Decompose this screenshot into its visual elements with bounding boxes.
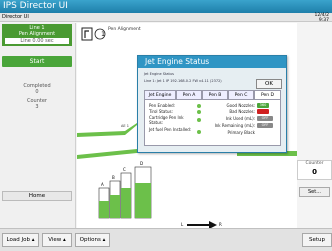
step-number: 1 bbox=[101, 31, 105, 38]
status-line: Line bbox=[20, 38, 31, 44]
pen-enabled-status-icon bbox=[197, 103, 201, 108]
ink-status-label: Cartridge Pen Ink Status: bbox=[149, 115, 184, 125]
ink-remaining-value: OFF bbox=[257, 123, 273, 128]
options-button[interactable]: Options ▴ bbox=[75, 233, 110, 247]
pen-status-panel: Pen Enabled: Tirol Status: Cartridge Pen… bbox=[144, 99, 281, 146]
right-counter-value: 0 bbox=[312, 168, 317, 176]
view-arrow-icon: ▴ bbox=[63, 237, 66, 243]
view-button[interactable]: View ▴ bbox=[42, 233, 72, 247]
window-title: IPS Director UI bbox=[3, 1, 68, 11]
dialog-subtitle: Jet Engine Status bbox=[144, 72, 174, 76]
line-status-box[interactable]: Line 1 Pen Alignment Line 0.00 sec bbox=[2, 24, 72, 46]
pen-installed-icon bbox=[197, 130, 201, 134]
block-d-label: D bbox=[140, 161, 144, 166]
ink-remaining-label: Ink Remaining (mL): bbox=[214, 123, 255, 128]
jet-engine-status-dialog: Jet Engine Status Jet Engine Status Line… bbox=[137, 55, 287, 153]
pen-alignment-icon bbox=[81, 27, 93, 41]
block-a-label: A bbox=[101, 182, 104, 187]
ink-used-value: OFF bbox=[257, 116, 273, 121]
block-c-label: C bbox=[123, 167, 126, 172]
menu-bar: Director UI 12/4/2 9:37 bbox=[0, 13, 332, 23]
ink-type-label: Primary Black bbox=[227, 130, 255, 135]
completed-value: 0 bbox=[35, 89, 39, 95]
load-job-arrow-icon: ▴ bbox=[31, 237, 35, 243]
good-nozzles-label: Good Nozzles: bbox=[226, 103, 255, 108]
set-button[interactable]: Set... bbox=[299, 187, 330, 197]
job-name: Pen Alignment bbox=[18, 31, 56, 37]
dialog-info-line: Line 1: Jet 1 IP 192.168.0.2 FW v4.11 (2… bbox=[144, 79, 222, 83]
step-label: Pen Alignment bbox=[108, 27, 141, 32]
belt-label: AE 1 bbox=[121, 124, 129, 128]
options-label: Options bbox=[79, 237, 101, 243]
counter-box: Counter 0 bbox=[297, 160, 332, 180]
block-d-fill bbox=[135, 183, 151, 218]
ink-status-icon bbox=[197, 118, 201, 122]
start-button[interactable]: Start bbox=[2, 56, 72, 67]
options-arrow-icon: ▴ bbox=[102, 237, 106, 243]
app-name: Director UI bbox=[2, 14, 29, 20]
pen-enabled-label: Pen Enabled: bbox=[149, 103, 176, 108]
conveyor-slab-1 bbox=[77, 149, 137, 159]
direction-right-label: R bbox=[219, 222, 222, 227]
left-panel: Line 1 Pen Alignment Line 0.00 sec Start… bbox=[0, 23, 76, 228]
clock: 12/4/2 9:37 bbox=[315, 13, 329, 23]
ok-button[interactable]: OK bbox=[256, 79, 282, 89]
direction-arrowhead bbox=[209, 221, 217, 228]
bad-nozzles-value bbox=[257, 109, 269, 114]
window-title-bar: IPS Director UI bbox=[0, 0, 332, 13]
bottom-toolbar: Load Job ▴ View ▴ Options ▴ Setup bbox=[0, 228, 332, 251]
view-label: View bbox=[48, 237, 62, 243]
dialog-title: Jet Engine Status bbox=[138, 56, 286, 68]
block-a-fill bbox=[99, 201, 109, 218]
ink-used-label: Ink Used (mL): bbox=[225, 116, 255, 121]
block-b-fill bbox=[110, 195, 120, 218]
elapsed-value: 0.00 sec bbox=[32, 38, 54, 44]
block-c-fill bbox=[121, 188, 131, 218]
block-b-label: B bbox=[112, 175, 115, 180]
good-nozzles-value: 360 bbox=[257, 103, 269, 108]
bad-nozzles-label: Bad Nozzles: bbox=[229, 109, 255, 114]
direction-left-label: L bbox=[181, 222, 184, 227]
right-panel: Counter 0 Set... bbox=[297, 23, 332, 228]
tirol-status-label: Tirol Status: bbox=[149, 109, 173, 114]
tirol-status-icon bbox=[197, 109, 201, 114]
load-job-button[interactable]: Load Job ▴ bbox=[2, 233, 39, 247]
setup-button[interactable]: Setup bbox=[302, 233, 332, 247]
load-job-label: Load Job bbox=[6, 237, 30, 243]
home-button[interactable]: Home bbox=[2, 191, 72, 201]
pen-installed-label: Jet fuel Pen Installed: bbox=[149, 127, 192, 132]
elapsed-time: Line 0.00 sec bbox=[5, 38, 69, 44]
counter-value: 3 bbox=[35, 104, 39, 110]
